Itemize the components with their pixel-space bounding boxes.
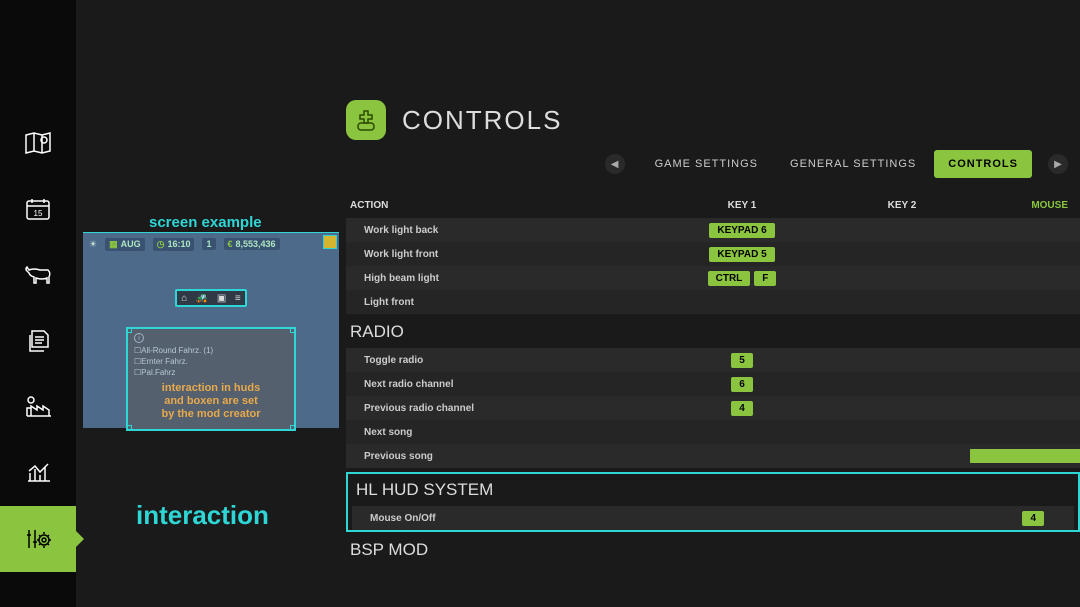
home-icon: ⌂	[181, 293, 187, 304]
example-toolbar: ⌂ 🚜 ▣ ≡	[175, 289, 247, 307]
binding-row[interactable]: Toggle radio 5	[346, 348, 1080, 372]
main: CONTROLS ◀ GAME SETTINGS GENERAL SETTING…	[76, 0, 1080, 607]
factory-icon	[23, 394, 53, 420]
page-header: CONTROLS	[346, 100, 562, 140]
sidebar-item-production[interactable]	[0, 374, 76, 440]
menu-icon: ≡	[235, 293, 241, 304]
sun-icon: ☀	[89, 239, 97, 250]
example-topbar: ☀ ▦AUG ◷16:10 1 €8,553,436	[83, 233, 339, 255]
cow-icon	[22, 263, 54, 287]
info-icon: i	[134, 333, 144, 343]
example-list: ☐All-Round Fahrz. (1) ☐Ernter Fahrz. ☐Pa…	[134, 345, 288, 378]
documents-icon	[24, 327, 52, 355]
tab-prev-arrow[interactable]: ◀	[605, 154, 625, 174]
columns-header: ACTION KEY 1 KEY 2 MOUSE	[346, 192, 1080, 219]
tab-controls[interactable]: CONTROLS	[934, 150, 1032, 178]
sidebar-item-calendar[interactable]: 15	[0, 176, 76, 242]
sidebar: 15	[0, 0, 76, 607]
binding-row[interactable]: Previous song	[346, 444, 1080, 468]
binding-row[interactable]: Work light back KEYPAD 6	[346, 218, 1080, 242]
camera-icon: ▣	[217, 293, 226, 304]
tabbar: ◀ GAME SETTINGS GENERAL SETTINGS CONTROL…	[346, 150, 1080, 178]
map-icon	[23, 130, 53, 156]
col-key1: KEY 1	[662, 200, 822, 211]
section-title-radio: RADIO	[346, 314, 1080, 348]
section-hl-hud: HL HUD SYSTEM Mouse On/Off 4	[346, 472, 1080, 532]
tab-general-settings[interactable]: GENERAL SETTINGS	[776, 150, 930, 178]
bindings-list: Work light back KEYPAD 6 Work light fron…	[346, 218, 1080, 566]
section-title-bspmod: BSP MOD	[346, 532, 1080, 566]
example-msg: interaction in huds and boxen are set by…	[134, 382, 288, 421]
sidebar-item-stats[interactable]	[0, 440, 76, 506]
binding-row[interactable]: Next radio channel 6	[346, 372, 1080, 396]
page-title: CONTROLS	[402, 105, 562, 136]
example-time: ◷16:10	[153, 238, 195, 251]
col-mouse[interactable]: MOUSE	[982, 200, 1080, 211]
sidebar-item-animals[interactable]	[0, 242, 76, 308]
binding-row[interactable]: Work light front KEYPAD 5	[346, 242, 1080, 266]
tab-game-settings[interactable]: GAME SETTINGS	[641, 150, 772, 178]
example-count: 1	[202, 238, 215, 250]
example-screenshot: ☀ ▦AUG ◷16:10 1 €8,553,436 ⌂ 🚜 ▣ ≡ i ☐Al…	[83, 232, 339, 428]
binding-row[interactable]: High beam light CTRLF	[346, 266, 1080, 290]
stats-icon	[24, 461, 52, 485]
tab-next-arrow[interactable]: ▶	[1048, 154, 1068, 174]
controls-header-icon	[346, 100, 386, 140]
binding-row[interactable]: Next song	[346, 420, 1080, 444]
example-panel: i ☐All-Round Fahrz. (1) ☐Ernter Fahrz. ☐…	[126, 327, 296, 431]
scroll-indicator	[970, 449, 1080, 463]
example-month: ▦AUG	[105, 238, 145, 251]
sidebar-item-map[interactable]	[0, 110, 76, 176]
col-key2: KEY 2	[822, 200, 982, 211]
calendar-icon: 15	[24, 196, 52, 222]
col-action: ACTION	[346, 200, 662, 211]
sidebar-item-contracts[interactable]	[0, 308, 76, 374]
example-money: €8,553,436	[224, 238, 280, 250]
sliders-gear-icon	[24, 526, 52, 552]
interaction-label: interaction	[136, 500, 269, 531]
binding-row[interactable]: Light front	[346, 290, 1080, 314]
example-corner-icon	[323, 235, 337, 249]
svg-text:15: 15	[34, 209, 43, 218]
binding-row[interactable]: Previous radio channel 4	[346, 396, 1080, 420]
section-title-hlhud: HL HUD SYSTEM	[352, 478, 1074, 506]
binding-row[interactable]: Mouse On/Off 4	[352, 506, 1074, 530]
tractor-icon: 🚜	[196, 293, 208, 304]
example-label: screen example	[149, 214, 262, 231]
sidebar-item-settings[interactable]	[0, 506, 76, 572]
